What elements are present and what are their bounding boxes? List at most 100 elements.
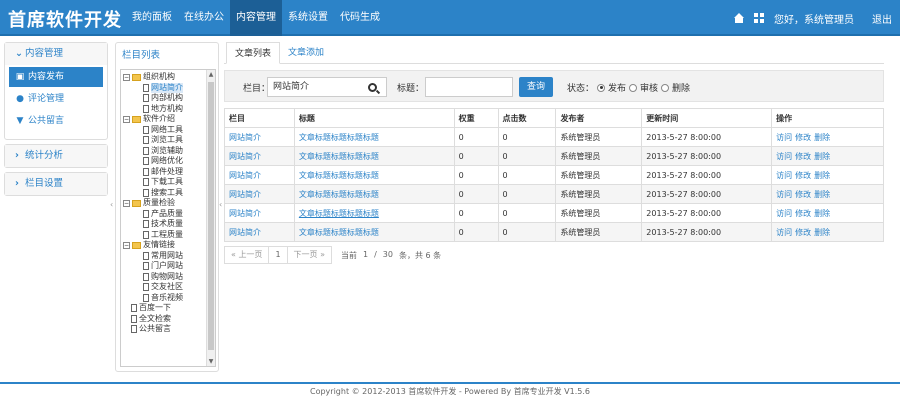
user-greeting[interactable]: 您好，系统管理员 (774, 11, 854, 26)
collapse-icon[interactable]: − (123, 241, 130, 249)
tree-node[interactable]: 产品质量 (123, 209, 207, 220)
collapse-icon[interactable]: − (123, 73, 130, 81)
title-link[interactable]: 文章标题标题标题标题 (299, 209, 379, 218)
tree-scrollbar[interactable]: ▲ ▼ (206, 70, 215, 366)
table-row[interactable]: 网站简介 文章标题标题标题标题 0 0 系统管理员 2013-5-27 8:00:00 访问… (224, 222, 884, 242)
table-cell[interactable]: 文章标题标题标题标题 (293, 165, 455, 185)
table-cell[interactable]: 网站简介 (224, 127, 295, 147)
collapse-icon[interactable]: − (123, 115, 130, 123)
table-cell[interactable]: 文章标题标题标题标题 (293, 222, 455, 242)
table-cell[interactable]: 文章标题标题标题标题 (293, 203, 455, 223)
tree-node[interactable]: 浏览辅助 (123, 146, 207, 157)
table-cell[interactable]: 网站简介 (224, 146, 295, 166)
sidebar-item-2[interactable]: ▼ 公共留言 (9, 111, 103, 131)
visit-link[interactable]: 访问 (776, 209, 792, 218)
tree-node[interactable]: 网络工具 (123, 125, 207, 136)
table-row[interactable]: 网站简介 文章标题标题标题标题 0 0 系统管理员 2013-5-27 8:00:00 访问… (224, 184, 884, 204)
table-cell[interactable]: 文章标题标题标题标题 (293, 127, 455, 147)
next-page-button[interactable]: 下一页 » (286, 246, 332, 264)
delete-link[interactable]: 删除 (814, 171, 830, 180)
status-radio-0[interactable] (597, 83, 606, 92)
column-link[interactable]: 网站简介 (229, 152, 261, 161)
tree-node[interactable]: 常用网站 (123, 251, 207, 262)
column-link[interactable]: 网站简介 (229, 190, 261, 199)
table-row[interactable]: 网站简介 文章标题标题标题标题 0 0 系统管理员 2013-5-27 8:00:00 访问… (224, 203, 884, 223)
status-radio-1[interactable] (629, 83, 638, 92)
current-page[interactable]: 1 (268, 246, 288, 264)
scroll-up-icon[interactable]: ▲ (208, 71, 214, 78)
title-link[interactable]: 文章标题标题标题标题 (299, 133, 379, 142)
tree-node[interactable]: 邮件处理 (123, 167, 207, 178)
grid-icon[interactable] (754, 13, 764, 23)
table-cell[interactable]: 文章标题标题标题标题 (293, 184, 455, 204)
title-link[interactable]: 文章标题标题标题标题 (299, 228, 379, 237)
column-link[interactable]: 网站简介 (229, 171, 261, 180)
table-cell[interactable]: 网站简介 (224, 165, 295, 185)
nav-item-3[interactable]: 系统设置 (282, 0, 334, 36)
column-link[interactable]: 网站简介 (229, 133, 261, 142)
tree-node[interactable]: 工程质量 (123, 230, 207, 241)
edit-link[interactable]: 修改 (795, 228, 811, 237)
edit-link[interactable]: 修改 (795, 209, 811, 218)
brand-logo[interactable]: 首席软件开发 (8, 6, 122, 32)
prev-page-button[interactable]: « 上一页 (224, 246, 270, 264)
status-radio-2[interactable] (661, 83, 670, 92)
visit-link[interactable]: 访问 (776, 190, 792, 199)
tab-article-list[interactable]: 文章列表 (226, 42, 281, 64)
tree-node[interactable]: − 组织机构 (123, 72, 207, 83)
delete-link[interactable]: 删除 (814, 190, 830, 199)
edit-link[interactable]: 修改 (795, 171, 811, 180)
scroll-thumb[interactable] (208, 82, 214, 350)
sidebar-group-header[interactable]: › 统计分析 (5, 145, 107, 167)
tree-node[interactable]: − 友情链接 (123, 240, 207, 251)
query-button[interactable]: 查询 (519, 77, 553, 97)
column-link[interactable]: 网站简介 (229, 228, 261, 237)
tree-node[interactable]: 购物网站 (123, 272, 207, 283)
sidebar-item-1[interactable]: ● 评论管理 (9, 89, 103, 109)
visit-link[interactable]: 访问 (776, 133, 792, 142)
table-row[interactable]: 网站简介 文章标题标题标题标题 0 0 系统管理员 2013-5-27 8:00:00 访问… (224, 127, 884, 147)
visit-link[interactable]: 访问 (776, 171, 792, 180)
tree-node[interactable]: 门户网站 (123, 261, 207, 272)
edit-link[interactable]: 修改 (795, 133, 811, 142)
tree-node[interactable]: 搜索工具 (123, 188, 207, 199)
sidebar-group-header[interactable]: › 栏目设置 (5, 173, 107, 195)
title-input[interactable] (425, 77, 513, 97)
home-icon[interactable] (734, 13, 744, 23)
tree-node[interactable]: 全文检索 (123, 314, 207, 325)
sidebar-collapse-handle[interactable]: ‹ (110, 200, 114, 212)
sidebar-group-header[interactable]: ⌄ 内容管理 (5, 43, 107, 65)
tree-node[interactable]: 网站简介 (123, 82, 207, 93)
table-cell[interactable]: 网站简介 (224, 203, 295, 223)
tree-node[interactable]: 音乐视频 (123, 293, 207, 304)
tab-article-add[interactable]: 文章添加 (280, 42, 332, 64)
nav-item-4[interactable]: 代码生成 (334, 0, 386, 36)
table-cell[interactable]: 网站简介 (224, 184, 295, 204)
table-cell[interactable]: 文章标题标题标题标题 (293, 146, 455, 166)
column-search-button[interactable] (357, 77, 387, 97)
logout-link[interactable]: 退出 (872, 11, 892, 26)
tree-node[interactable]: − 质量检验 (123, 198, 207, 209)
visit-link[interactable]: 访问 (776, 152, 792, 161)
tree-node[interactable]: 交友社区 (123, 282, 207, 293)
collapse-icon[interactable]: − (123, 199, 130, 207)
delete-link[interactable]: 删除 (814, 209, 830, 218)
scroll-down-icon[interactable]: ▼ (208, 358, 214, 365)
nav-item-0[interactable]: 我的面板 (126, 0, 178, 36)
table-row[interactable]: 网站简介 文章标题标题标题标题 0 0 系统管理员 2013-5-27 8:00:00 访问… (224, 165, 884, 185)
tree-node[interactable]: 地方机构 (123, 104, 207, 115)
tree-node[interactable]: 公共留言 (123, 324, 207, 335)
tree-node[interactable]: 浏览工具 (123, 135, 207, 146)
edit-link[interactable]: 修改 (795, 190, 811, 199)
delete-link[interactable]: 删除 (814, 228, 830, 237)
nav-item-1[interactable]: 在线办公 (178, 0, 230, 36)
title-link[interactable]: 文章标题标题标题标题 (299, 171, 379, 180)
tree-node[interactable]: 技术质量 (123, 219, 207, 230)
tree-collapse-handle[interactable]: ‹ (219, 200, 223, 212)
tree-node[interactable]: − 软件介绍 (123, 114, 207, 125)
table-cell[interactable]: 网站简介 (224, 222, 295, 242)
table-row[interactable]: 网站简介 文章标题标题标题标题 0 0 系统管理员 2013-5-27 8:00:00 访问… (224, 146, 884, 166)
title-link[interactable]: 文章标题标题标题标题 (299, 190, 379, 199)
column-link[interactable]: 网站简介 (229, 209, 261, 218)
delete-link[interactable]: 删除 (814, 152, 830, 161)
